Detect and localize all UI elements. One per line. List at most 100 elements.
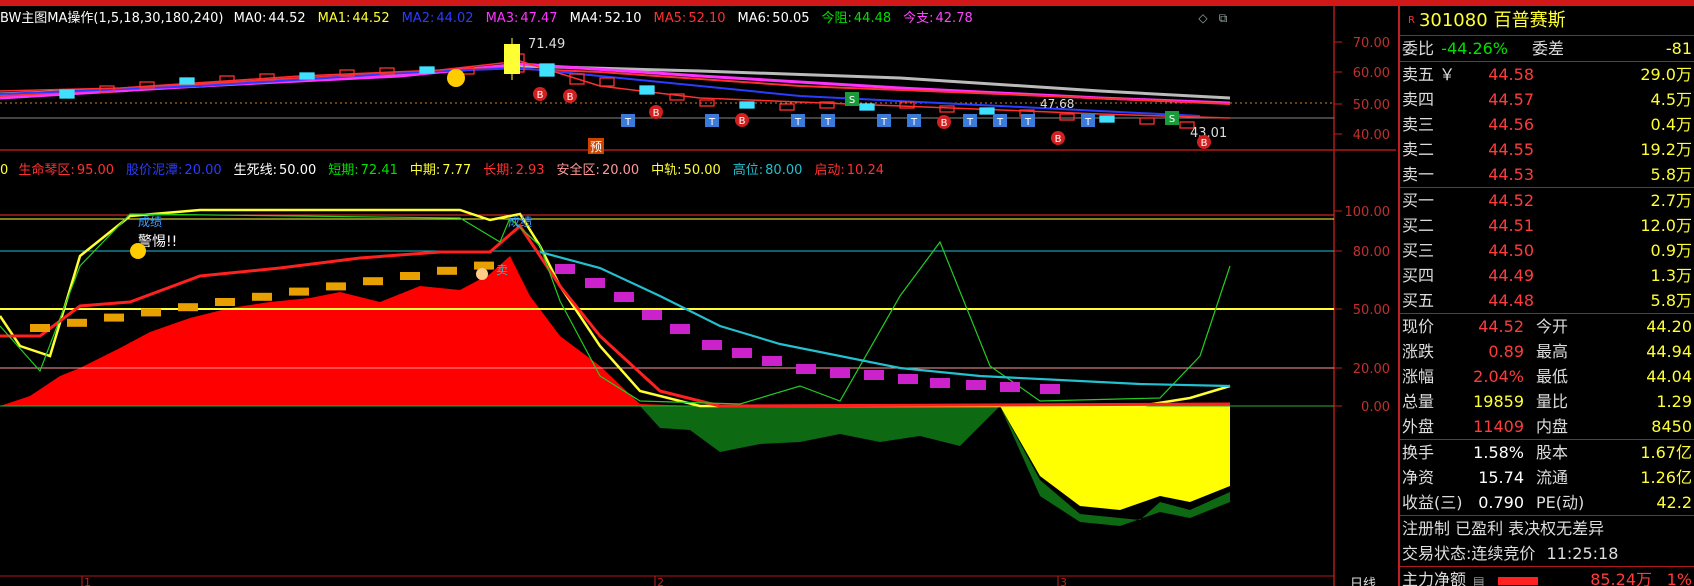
stat-label: 涨跌 bbox=[1402, 342, 1435, 361]
list-icon[interactable]: ▤ bbox=[1473, 574, 1484, 586]
t-marker-label: T bbox=[910, 117, 918, 128]
t-marker-label: T bbox=[1084, 117, 1092, 128]
purple-segment bbox=[762, 356, 782, 366]
candle bbox=[639, 85, 655, 95]
gold-segment bbox=[289, 287, 309, 296]
sub-axis-tick: 50.00 bbox=[1353, 303, 1390, 318]
stat-row: 现价 44.52 今开 44.20 bbox=[1400, 314, 1694, 339]
stat-value: 0.89 bbox=[1488, 342, 1524, 361]
green-area bbox=[640, 406, 1000, 452]
stat-value-2: 42.2 bbox=[1656, 493, 1692, 512]
t-marker-label: T bbox=[708, 117, 716, 128]
level-label: 卖五 ￥ bbox=[1402, 65, 1456, 84]
level-volume: 29.0万 bbox=[1640, 65, 1692, 84]
fundamental-stats: 换手 1.58% 股本 1.67亿 净资 15.74 流通 1.26亿 收益(三) 0.790 PE… bbox=[1400, 440, 1694, 515]
ma2-line bbox=[0, 66, 1201, 117]
sub-axis-tick: 20.00 bbox=[1353, 362, 1390, 377]
level-label: 买一 bbox=[1402, 191, 1435, 210]
level-volume: 5.8万 bbox=[1650, 291, 1692, 310]
main-axis-tick: 50.00 bbox=[1353, 98, 1390, 113]
level-label: 卖一 bbox=[1402, 165, 1435, 184]
level-price: 44.58 bbox=[1488, 65, 1534, 84]
order-book-row[interactable]: 买一 44.52 2.7万 bbox=[1400, 188, 1694, 213]
purple-segment bbox=[864, 370, 884, 380]
candle bbox=[859, 103, 875, 111]
hand-icon bbox=[476, 268, 488, 280]
buy-order-book: 买一 44.52 2.7万 买二 44.51 12.0万 买三 44.50 0.9万 买四 44.4… bbox=[1400, 188, 1694, 313]
stat-label: 涨幅 bbox=[1402, 367, 1435, 386]
order-book-row[interactable]: 卖二 44.55 19.2万 bbox=[1400, 137, 1694, 162]
candle bbox=[419, 66, 435, 74]
level-label: 买三 bbox=[1402, 241, 1435, 260]
gold-segment bbox=[141, 308, 161, 317]
buy-marker-label: B bbox=[1055, 134, 1062, 145]
order-book-row[interactable]: 卖四 44.57 4.5万 bbox=[1400, 87, 1694, 112]
level-volume: 4.5万 bbox=[1650, 90, 1692, 109]
stat-value-2: 1.67亿 bbox=[1640, 443, 1692, 462]
t-marker-label: T bbox=[624, 117, 632, 128]
t-marker-label: T bbox=[996, 117, 1004, 128]
gold-segment bbox=[178, 303, 198, 312]
stat-label-2: 最低 bbox=[1536, 367, 1569, 386]
buy-marker-label: B bbox=[941, 118, 948, 129]
order-book-row[interactable]: 卖三 44.56 0.4万 bbox=[1400, 112, 1694, 137]
quote-header: R 301080 百普赛斯 bbox=[1400, 6, 1694, 36]
stat-label-2: PE(动) bbox=[1536, 493, 1585, 512]
purple-segment bbox=[1000, 382, 1020, 392]
stat-label: 外盘 bbox=[1402, 417, 1435, 436]
stat-label-2: 今开 bbox=[1536, 317, 1569, 336]
level-volume: 12.0万 bbox=[1640, 216, 1692, 235]
level-label: 买四 bbox=[1402, 266, 1435, 285]
stat-value: 19859 bbox=[1473, 392, 1524, 411]
candle bbox=[179, 77, 195, 85]
candle bbox=[739, 101, 755, 109]
gold-segment bbox=[30, 324, 50, 332]
order-book-row[interactable]: 买五 44.48 5.8万 bbox=[1400, 288, 1694, 313]
level-price: 44.52 bbox=[1488, 191, 1534, 210]
kline-chart[interactable]: 70.0060.0050.0040.00100.0080.0050.0020.0… bbox=[0, 6, 1396, 586]
stat-label: 总量 bbox=[1402, 392, 1435, 411]
purple-segment bbox=[642, 310, 662, 320]
registration-info: 注册制 已盈利 表决权无差异 bbox=[1402, 519, 1605, 538]
gold-segment bbox=[215, 298, 235, 306]
order-book-row[interactable]: 卖五 ￥ 44.58 29.0万 bbox=[1400, 62, 1694, 87]
order-book-row[interactable]: 买二 44.51 12.0万 bbox=[1400, 213, 1694, 238]
purple-segment bbox=[702, 340, 722, 350]
level-label: 买五 bbox=[1402, 291, 1435, 310]
order-book-row[interactable]: 买三 44.50 0.9万 bbox=[1400, 238, 1694, 263]
candle bbox=[779, 103, 795, 111]
order-book-row[interactable]: 卖一 44.53 5.8万 bbox=[1400, 162, 1694, 187]
level-price: 44.55 bbox=[1488, 140, 1534, 159]
candle bbox=[1059, 113, 1075, 121]
candle bbox=[1139, 117, 1155, 125]
stat-value-2: 8450 bbox=[1651, 417, 1692, 436]
gold-segment bbox=[252, 292, 272, 301]
candle bbox=[1099, 115, 1115, 123]
buy-marker-label: B bbox=[653, 108, 660, 119]
x-tick-label: 2 bbox=[657, 576, 664, 586]
trade-time: 11:25:18 bbox=[1546, 544, 1619, 563]
level-volume: 0.9万 bbox=[1650, 241, 1692, 260]
candle bbox=[539, 63, 555, 77]
level-price: 44.51 bbox=[1488, 216, 1534, 235]
quote-panel: R 301080 百普赛斯 委比 -44.26% 委差 -81 卖五 ￥ 44.58 2… bbox=[1398, 6, 1694, 586]
purple-segment bbox=[1040, 384, 1060, 394]
sub-axis-tick: 80.00 bbox=[1353, 245, 1390, 260]
stat-label: 收益(三) bbox=[1402, 493, 1463, 512]
stock-name: 百普赛斯 bbox=[1493, 10, 1566, 31]
main-net-value: 85.24万 bbox=[1590, 570, 1652, 586]
stat-value-2: 1.29 bbox=[1656, 392, 1692, 411]
sell-marker-label: S bbox=[849, 95, 855, 106]
frown-icon bbox=[130, 243, 146, 259]
stat-label-2: 内盘 bbox=[1536, 417, 1569, 436]
candle bbox=[939, 105, 955, 113]
order-book-row[interactable]: 买四 44.49 1.3万 bbox=[1400, 263, 1694, 288]
stat-label-2: 流通 bbox=[1536, 468, 1569, 487]
purple-segment bbox=[796, 364, 816, 374]
register-flag: R bbox=[1408, 15, 1415, 26]
stat-value-2: 44.20 bbox=[1646, 317, 1692, 336]
candle bbox=[599, 77, 615, 87]
sub-axis-tick: 0.00 bbox=[1361, 400, 1390, 415]
stat-row: 外盘 11409 内盘 8450 bbox=[1400, 414, 1694, 439]
stat-label-2: 量比 bbox=[1536, 392, 1569, 411]
